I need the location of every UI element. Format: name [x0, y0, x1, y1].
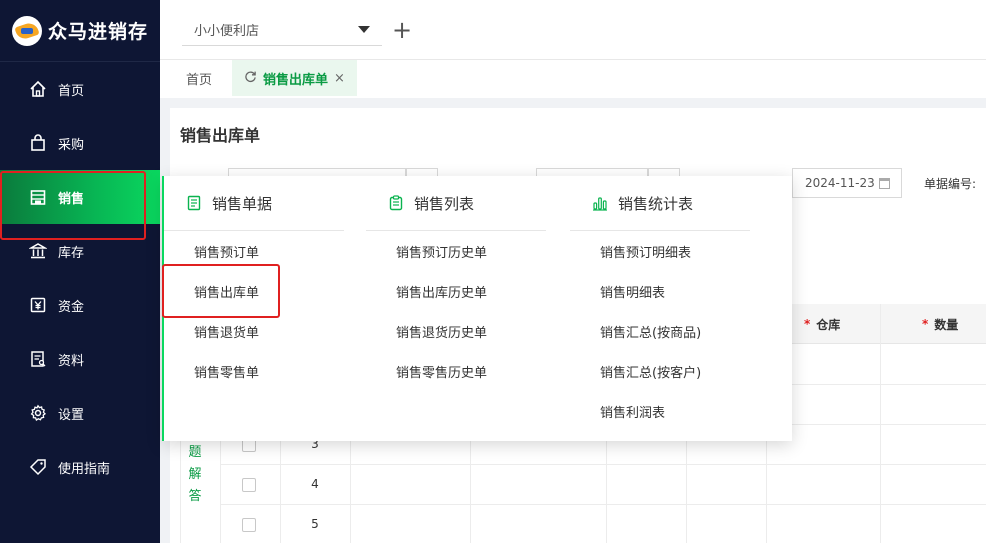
- help-answer-link[interactable]: 题 解 答: [180, 442, 210, 508]
- calendar-icon: [878, 177, 890, 189]
- header-label: 数量: [934, 317, 959, 332]
- sidebar-item-purchase[interactable]: 采购: [0, 116, 160, 170]
- sidebar-item-guide[interactable]: 使用指南: [0, 440, 160, 494]
- add-store-button[interactable]: +: [392, 16, 412, 44]
- menu-item-outbound-history[interactable]: 销售出库历史单: [366, 271, 546, 311]
- logo-mark-icon: [12, 15, 42, 46]
- header-label: 仓库: [816, 317, 841, 332]
- required-mark: *: [922, 317, 929, 331]
- warehouse-icon: [28, 241, 48, 261]
- row-checkbox[interactable]: [242, 518, 256, 532]
- tab-home[interactable]: 首页: [174, 60, 224, 96]
- row-checkbox[interactable]: [242, 478, 256, 492]
- help-char: 答: [188, 489, 202, 504]
- app-name: 众马进销存: [48, 21, 149, 43]
- dropdown-column-statistics: 销售统计表 销售预订明细表 销售明细表 销售汇总(按商品) 销售汇总(按客户) …: [570, 176, 750, 431]
- sidebar-item-label: 使用指南: [58, 461, 111, 477]
- date-value: 2024-11-23: [805, 176, 875, 190]
- sales-dropdown-menu: 销售单据 销售预订单 销售出库单 销售退货单 销售零售单 销售列表 销售预订历史…: [162, 176, 792, 441]
- sidebar-item-home[interactable]: 首页: [0, 62, 160, 116]
- store-select[interactable]: 小小便利店: [182, 14, 382, 46]
- help-char: 解: [188, 467, 202, 482]
- menu-item-preorder-history[interactable]: 销售预订历史单: [366, 231, 546, 271]
- menu-item-sales-retail[interactable]: 销售零售单: [164, 351, 344, 391]
- row-divider: [220, 504, 986, 505]
- menu-item-summary-by-customer[interactable]: 销售汇总(按客户): [570, 351, 750, 391]
- row-divider: [220, 464, 986, 465]
- menu-item-preorder-detail[interactable]: 销售预订明细表: [570, 231, 750, 271]
- page-title: 销售出库单: [180, 126, 261, 145]
- menu-item-sales-detail[interactable]: 销售明细表: [570, 271, 750, 311]
- sidebar-item-label: 资金: [58, 299, 85, 315]
- sidebar-item-label: 资料: [58, 353, 85, 369]
- column-heading: 销售单据: [164, 176, 344, 231]
- sidebar-item-label: 采购: [58, 137, 85, 153]
- highlight-box-outbound: [162, 264, 280, 318]
- sidebar-item-label: 设置: [58, 407, 85, 423]
- column-title: 销售单据: [212, 194, 273, 213]
- sidebar-item-funds[interactable]: 资金: [0, 278, 160, 332]
- tab-label: 首页: [186, 72, 213, 88]
- clipboard-icon: [388, 195, 404, 211]
- sidebar-item-label: 库存: [58, 245, 85, 261]
- document-icon: [28, 349, 48, 369]
- sidebar-item-data[interactable]: 资料: [0, 332, 160, 386]
- dropdown-column-lists: 销售列表 销售预订历史单 销售出库历史单 销售退货历史单 销售零售历史单: [366, 176, 546, 391]
- help-char: 题: [188, 445, 202, 460]
- highlight-box-sales: [0, 171, 146, 240]
- tab-sales-outbound[interactable]: 销售出库单 ×: [232, 60, 357, 96]
- sidebar-item-settings[interactable]: 设置: [0, 386, 160, 440]
- gear-icon: [28, 403, 48, 423]
- sidebar-menu: 首页 采购 销售 库存 资金 资料 设置 使用指南: [0, 62, 160, 494]
- refresh-icon[interactable]: [244, 70, 257, 87]
- caret-down-icon: [358, 26, 370, 33]
- row-number: 4: [311, 477, 319, 491]
- store-select-value: 小小便利店: [194, 24, 260, 39]
- home-icon: [28, 79, 48, 99]
- shopping-bag-icon: [28, 133, 48, 153]
- header-warehouse: * 仓库: [804, 304, 840, 344]
- tab-bar: 首页 销售出库单 ×: [160, 60, 986, 98]
- doc-number-label: 单据编号:: [924, 177, 977, 191]
- doc-list-icon: [186, 195, 202, 211]
- sidebar-item-label: 首页: [58, 83, 85, 99]
- column-heading: 销售列表: [366, 176, 546, 231]
- app-logo[interactable]: 众马进销存: [0, 0, 160, 62]
- top-bar: 小小便利店 +: [160, 0, 986, 60]
- required-mark: *: [804, 317, 811, 331]
- tab-label: 销售出库单: [263, 72, 329, 88]
- sidebar: 众马进销存 首页 采购 销售 库存 资金 资料 设置 使用指南: [0, 0, 160, 543]
- close-tab-icon[interactable]: ×: [334, 71, 345, 86]
- row-number: 5: [311, 517, 319, 531]
- bar-chart-icon: [592, 195, 608, 211]
- date-input[interactable]: 2024-11-23: [792, 168, 902, 198]
- menu-item-retail-history[interactable]: 销售零售历史单: [366, 351, 546, 391]
- tag-icon: [28, 457, 48, 477]
- money-icon: [28, 295, 48, 315]
- column-heading: 销售统计表: [570, 176, 750, 231]
- column-title: 销售统计表: [618, 194, 694, 213]
- menu-item-summary-by-product[interactable]: 销售汇总(按商品): [570, 311, 750, 351]
- header-quantity: * 数量: [922, 304, 958, 344]
- menu-item-return-history[interactable]: 销售退货历史单: [366, 311, 546, 351]
- menu-item-sales-profit[interactable]: 销售利润表: [570, 391, 750, 431]
- column-title: 销售列表: [414, 194, 475, 213]
